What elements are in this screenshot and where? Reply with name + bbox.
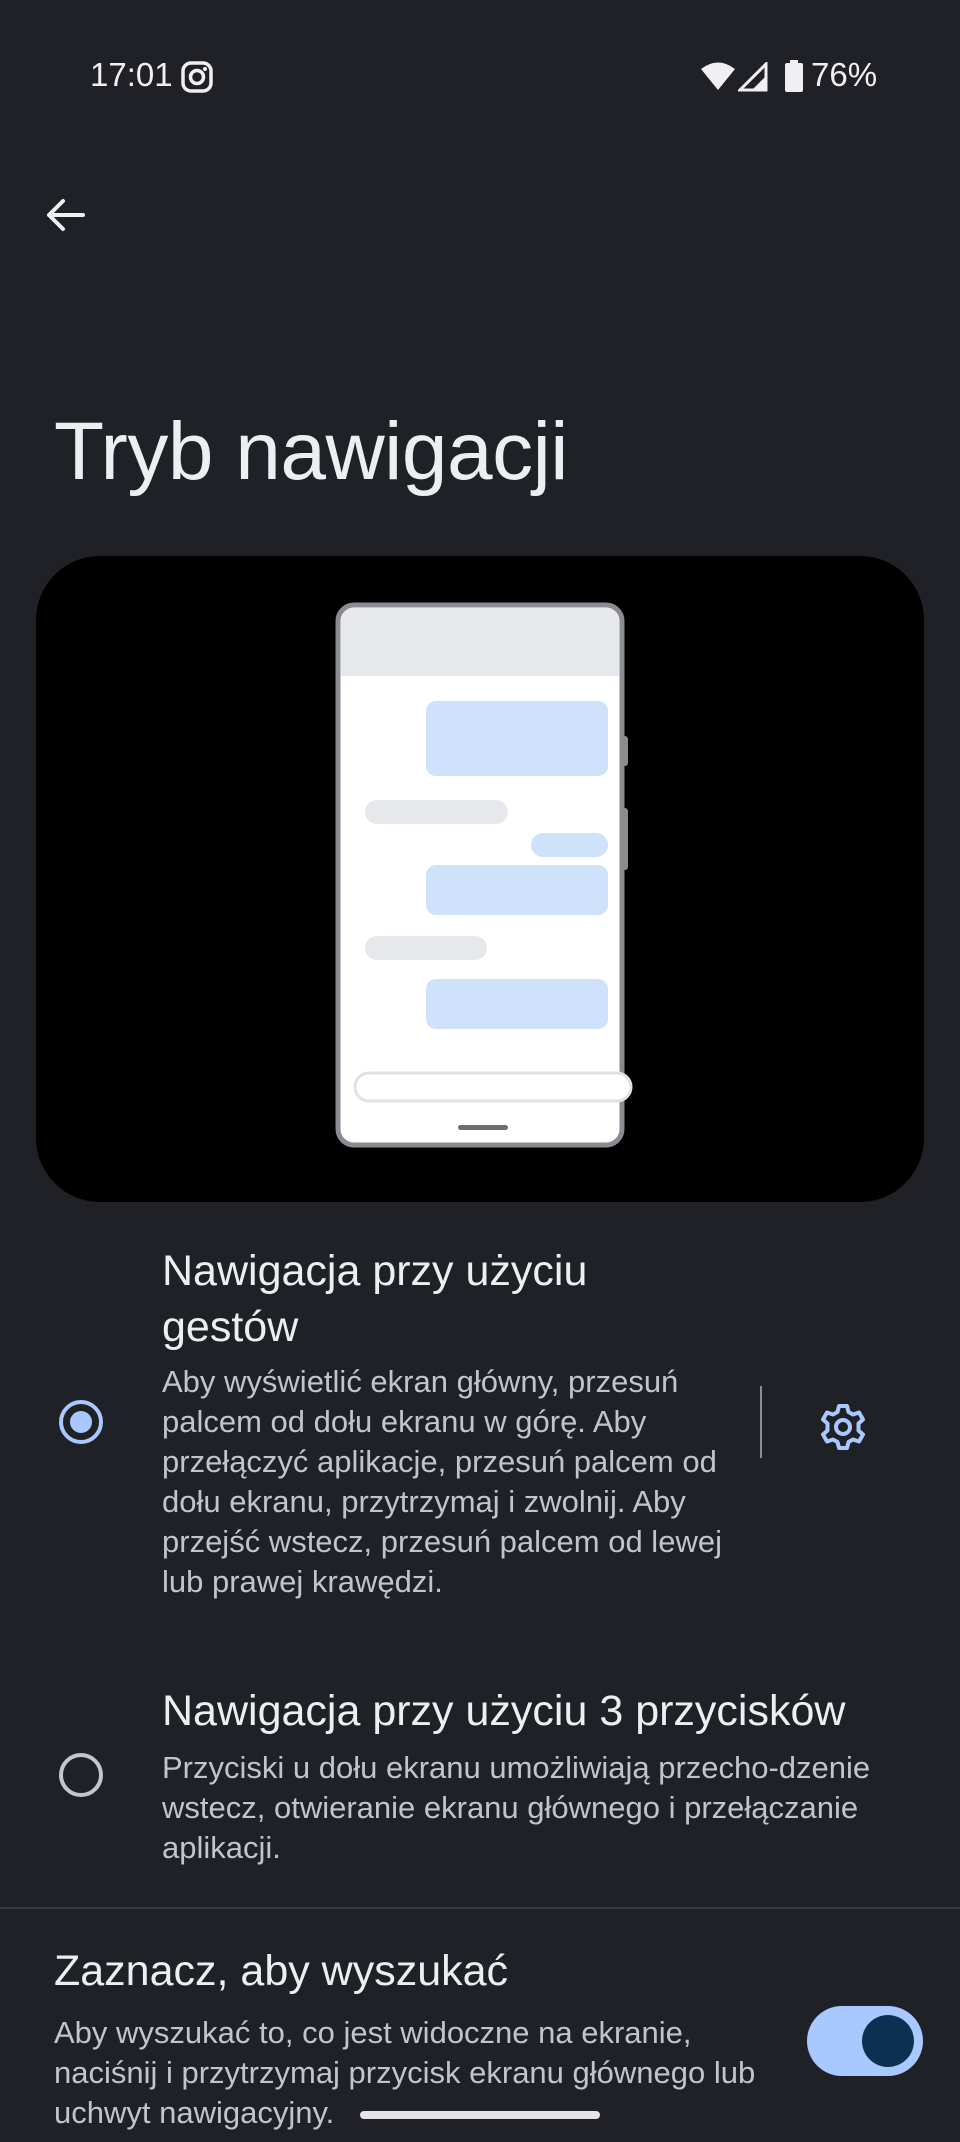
signal-icon: [736, 60, 768, 92]
three-button-navigation-description: Przyciski u dołu ekranu umożliwiają prze…: [162, 1750, 871, 1865]
navigation-illustration: [36, 556, 924, 1202]
gesture-settings-button[interactable]: [808, 1392, 878, 1462]
three-button-navigation-radio[interactable]: [59, 1753, 103, 1797]
back-arrow-icon: [47, 199, 85, 231]
battery-icon: [785, 60, 803, 92]
instagram-icon: [180, 60, 214, 94]
toggle-thumb: [862, 2015, 914, 2067]
settings-divider: [760, 1386, 762, 1458]
gear-icon: [821, 1404, 865, 1450]
back-button[interactable]: [30, 180, 100, 250]
wifi-icon: [700, 60, 736, 92]
gesture-navigation-title[interactable]: Nawigacja przy użyciu gestów: [162, 1243, 722, 1355]
gesture-navigation-radio[interactable]: [59, 1400, 103, 1444]
section-divider: [0, 1907, 960, 1909]
three-button-navigation-title[interactable]: Nawigacja przy użyciu 3 przycisków: [162, 1683, 932, 1739]
page-title: Tryb nawigacji: [54, 406, 569, 497]
circle-to-search-toggle[interactable]: [807, 2006, 923, 2076]
battery-percentage: 76%: [811, 56, 878, 93]
status-time: 17:01: [90, 56, 173, 93]
gesture-navigation-description: Aby wyświetlić ekran główny, przesuń pal…: [162, 1364, 722, 1599]
radio-selected-dot: [70, 1411, 92, 1433]
gesture-navigation-handle[interactable]: [360, 2111, 600, 2119]
circle-to-search-title: Zaznacz, aby wyszukać: [54, 1947, 509, 1995]
